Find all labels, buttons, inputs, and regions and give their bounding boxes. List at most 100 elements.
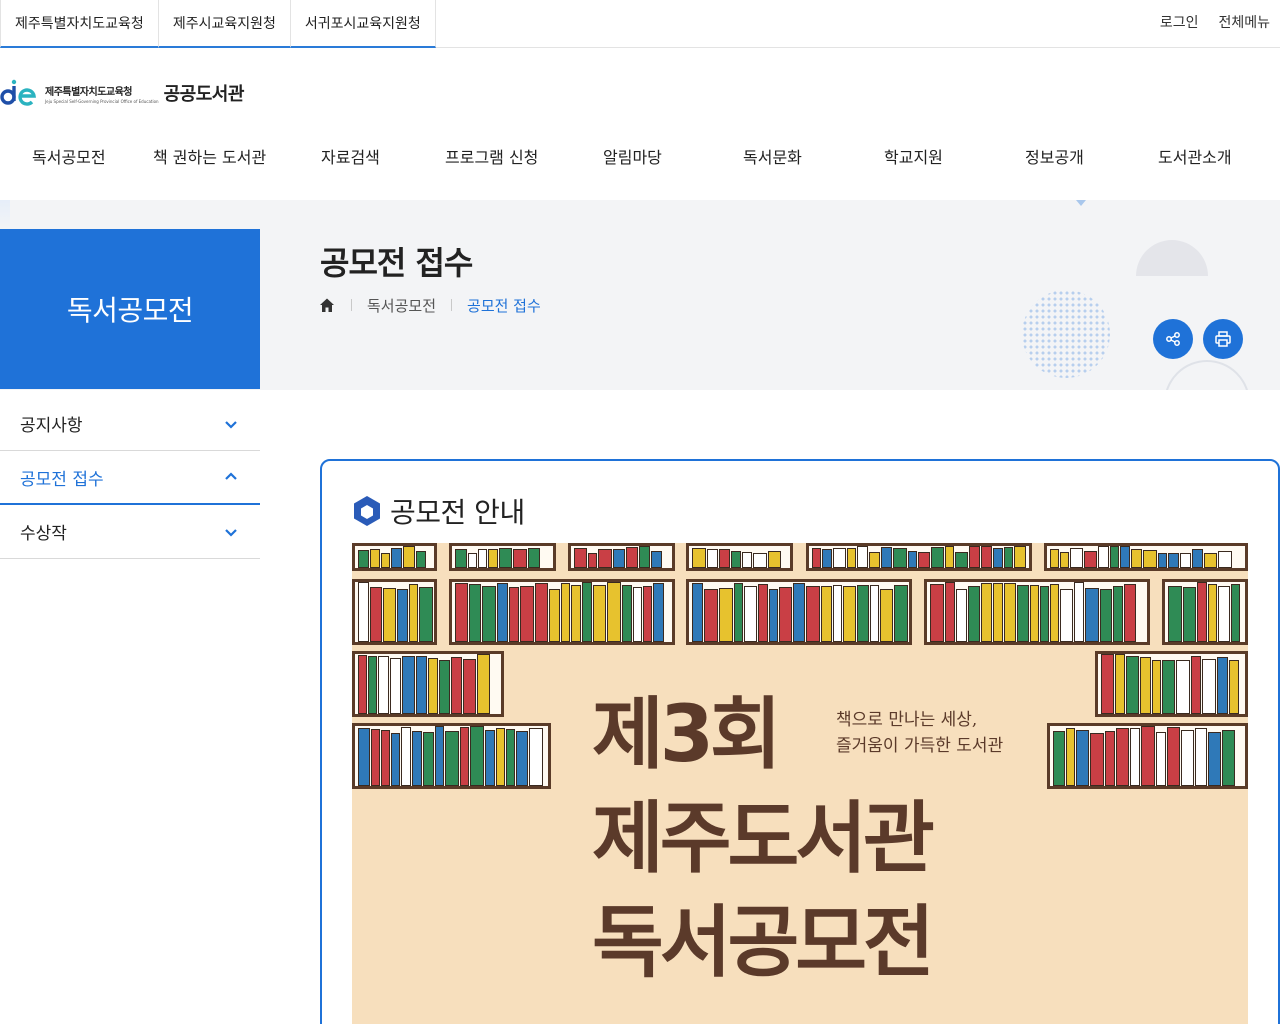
book [416, 656, 427, 714]
book [968, 586, 980, 642]
all-menu-link[interactable]: 전체메뉴 [1218, 12, 1270, 32]
book [520, 586, 534, 642]
gnb-item-notice[interactable]: 알림마당 [603, 138, 662, 178]
book [945, 582, 955, 642]
bookshelf [806, 543, 1032, 571]
book [692, 583, 703, 642]
book [857, 546, 868, 568]
side-menu-item-contest-apply[interactable]: 공모전 접수 [0, 451, 260, 505]
book [549, 589, 560, 642]
book [1004, 583, 1016, 642]
book [843, 586, 856, 642]
gnb-item-program[interactable]: 프로그램 신청 [445, 138, 538, 178]
book [358, 728, 370, 786]
bookshelf [449, 543, 556, 571]
book [821, 586, 832, 642]
book [497, 583, 508, 642]
book [445, 731, 459, 786]
breadcrumb-separator [451, 299, 453, 311]
breadcrumb-item[interactable]: 독서공모전 [367, 295, 436, 316]
book [653, 583, 664, 642]
side-menu: 공지사항 공모전 접수 수상작 [0, 397, 260, 559]
book [455, 549, 467, 568]
book [574, 548, 587, 568]
book [806, 586, 820, 642]
book [1158, 553, 1167, 568]
book [1070, 548, 1083, 568]
book [1192, 549, 1203, 568]
book [622, 585, 632, 642]
side-menu-item-notice[interactable]: 공지사항 [0, 397, 260, 451]
home-icon[interactable] [318, 296, 336, 314]
book [1229, 660, 1239, 714]
tab-seogwipo-office[interactable]: 서귀포시교육지원청 [290, 0, 436, 48]
poster-title-line2: 제주도서관 [592, 794, 935, 884]
book [403, 546, 415, 568]
side-menu-item-winners[interactable]: 수상작 [0, 505, 260, 559]
book [758, 584, 768, 642]
book [1116, 728, 1129, 786]
login-link[interactable]: 로그인 [1160, 12, 1199, 32]
book [381, 730, 390, 786]
bookshelf [352, 651, 504, 717]
book [945, 546, 954, 568]
book [1204, 553, 1217, 568]
book [488, 549, 498, 568]
book [1140, 657, 1151, 714]
book [470, 726, 484, 786]
book [1115, 654, 1125, 714]
book [370, 549, 380, 568]
book [598, 549, 612, 568]
book [409, 584, 418, 642]
tab-jeju-office[interactable]: 제주특별자치도교육청 [0, 0, 159, 48]
section-heading: 공모전 안내 [352, 491, 525, 531]
book [435, 726, 444, 786]
side-menu-label: 공지사항 [20, 416, 83, 436]
book [1218, 551, 1232, 568]
book [956, 589, 967, 642]
gnb-item-search[interactable]: 자료검색 [321, 138, 380, 178]
book [582, 582, 592, 642]
page-title: 공모전 접수 [320, 244, 473, 282]
book [1208, 584, 1217, 642]
book [1017, 585, 1029, 642]
poster-title: 제3회 제주도서관 독서공모전 [592, 683, 935, 995]
gnb-item-school[interactable]: 학교지원 [884, 138, 943, 178]
logo-library-name: 공공도서관 [163, 84, 245, 105]
book [1040, 586, 1049, 642]
book [1183, 587, 1196, 642]
top-utility-bar: 제주특별자치도교육청 제주시교육지원청 서귀포시교육지원청 로그인 전체메뉴 [0, 0, 1280, 48]
gnb-item-info[interactable]: 정보공개 [1025, 138, 1084, 178]
tab-jeju-city-office[interactable]: 제주시교육지원청 [158, 0, 291, 48]
book [588, 553, 597, 568]
gnb-item-book-recommend[interactable]: 책 권하는 도서관 [153, 138, 266, 178]
book [358, 655, 367, 714]
content-panel: 공모전 안내 책으로 만나는 세상, 즐거움이 가득한 도서관 제3회 제주도서… [320, 459, 1280, 1024]
book [370, 587, 382, 642]
gnb-item-about[interactable]: 도서관소개 [1158, 138, 1232, 178]
book [419, 587, 433, 642]
gnb-item-reading-contest[interactable]: 독서공모전 [32, 138, 106, 178]
share-button[interactable] [1153, 319, 1193, 359]
book [955, 552, 968, 568]
bookshelf [1162, 579, 1248, 645]
book [529, 728, 543, 786]
chevron-down-icon [225, 420, 237, 429]
book [769, 589, 778, 642]
bookshelf [686, 579, 912, 645]
book [423, 732, 434, 786]
book [1167, 727, 1180, 786]
book [499, 548, 512, 568]
site-logo[interactable]: 제주특별자치도교육청 Jeju Special Self-Governing P… [0, 76, 244, 110]
print-icon [1215, 331, 1231, 347]
book [779, 587, 792, 642]
book [1098, 546, 1109, 568]
print-button[interactable] [1203, 319, 1243, 359]
book [378, 656, 389, 714]
logo-text-block: 제주특별자치도교육청 Jeju Special Self-Governing P… [45, 83, 159, 104]
book [402, 656, 415, 714]
book [1168, 586, 1182, 642]
gnb-item-culture[interactable]: 독서문화 [743, 138, 802, 178]
book [1090, 733, 1104, 786]
breadcrumb-current[interactable]: 공모전 접수 [467, 295, 541, 316]
